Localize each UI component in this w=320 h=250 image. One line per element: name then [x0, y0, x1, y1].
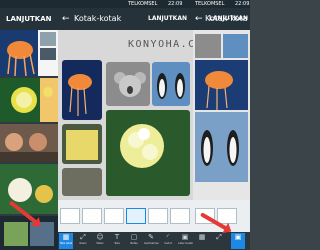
garden-photo: [0, 164, 58, 214]
page-title: Kotak-kota: [205, 14, 248, 23]
jellyfish-photo: [0, 30, 58, 76]
collage-cell-lighthouse: [62, 168, 102, 196]
left-bottom-bar: [0, 216, 58, 250]
clock-label: 22:09: [235, 1, 250, 7]
continue-button[interactable]: LANJUTKAN: [6, 13, 52, 25]
corner-icon: ◜: [166, 233, 170, 241]
back-arrow-icon[interactable]: ←: [62, 15, 70, 24]
tool-background[interactable]: ▣ Latar belakang: [178, 233, 193, 249]
tool-sticker[interactable]: ☺ Stiker: [93, 233, 107, 249]
grid-icon: ▦: [198, 233, 206, 241]
collage-cell-jellyfish: [62, 60, 102, 120]
background-icon: ▣: [234, 233, 242, 241]
status-bar: TELKOMSEL 22:09: [193, 0, 250, 8]
app-bar: ← Kotak-kota: [193, 8, 250, 30]
status-bar: TELKOMSEL 22:09: [58, 0, 193, 8]
bottom-photo: [4, 222, 54, 246]
background-icon: ▣: [181, 233, 189, 241]
collage-canvas[interactable]: [193, 30, 250, 200]
right-screen: TELKOMSEL 22:09 ← Kotak-kota ▦ ⤢ ▣: [193, 0, 250, 250]
layout-picker: [58, 200, 193, 232]
center-screen: TELKOMSEL 22:09 ← Kotak-kotak KONYOHA.C …: [58, 0, 193, 250]
layout-thumb[interactable]: [148, 208, 168, 224]
left-screen: LANJUTKAN: [0, 0, 58, 250]
layout-thumb-selected[interactable]: [126, 208, 146, 224]
toolbar: ▦ Tata letak ⤢ Rasio ☺ Stiker T Teks ▢ B…: [58, 232, 193, 250]
people-photo: [0, 124, 58, 162]
continue-button[interactable]: LANJUTKAN: [148, 13, 187, 25]
center-continue-area: LANJUTKAN: [148, 8, 193, 30]
carrier-label: TELKOMSEL: [195, 1, 225, 7]
border-icon: ▢: [130, 233, 138, 241]
page-title: Kotak-kotak: [74, 14, 122, 23]
grid-icon: ▦: [62, 233, 70, 241]
composite-screenshot: LANJUTKAN TELKOMSEL 22:09 ← Kotak-kotak …: [0, 0, 250, 250]
tool-background[interactable]: ▣: [231, 233, 245, 249]
carrier-label: TELKOMSEL: [128, 1, 158, 7]
text-icon: T: [114, 233, 120, 241]
selected-photo-people[interactable]: [0, 124, 58, 162]
selected-photo-jellyfish[interactable]: [0, 30, 58, 76]
layout-thumb[interactable]: [217, 208, 237, 224]
tool-corner[interactable]: ◜ Sudut: [161, 233, 175, 249]
status-bar: [0, 0, 58, 8]
back-arrow-icon[interactable]: ←: [195, 15, 203, 24]
brush-icon: ✎: [148, 233, 154, 241]
toolbar: ▦ ⤢ ▣: [193, 232, 250, 250]
selected-photo-garden[interactable]: [0, 164, 58, 214]
app-bar: LANJUTKAN: [0, 8, 58, 30]
tool-layout[interactable]: ▦ Tata letak: [59, 233, 73, 249]
tool-draw[interactable]: ✎ Gambarkan: [144, 233, 159, 249]
ratio-icon: ⤢: [80, 233, 86, 241]
layout-thumb[interactable]: [60, 208, 80, 224]
layout-thumb[interactable]: [170, 208, 190, 224]
layout-thumb[interactable]: [104, 208, 124, 224]
collage-canvas[interactable]: [58, 30, 193, 200]
selected-photo-flower[interactable]: [0, 78, 58, 122]
tool-text[interactable]: T Teks: [110, 233, 124, 249]
sticker-icon: ☺: [96, 233, 104, 241]
watermark-text: KONYOHA.COM: [128, 39, 193, 50]
tool-ratio[interactable]: ⤢: [212, 233, 226, 249]
clock-label: 22:09: [168, 1, 183, 7]
tool-layout[interactable]: ▦: [195, 233, 209, 249]
tool-ratio[interactable]: ⤢ Rasio: [76, 233, 90, 249]
flower-photo: [0, 78, 58, 122]
layout-thumb[interactable]: [82, 208, 102, 224]
tool-border[interactable]: ▢ Batas: [127, 233, 141, 249]
